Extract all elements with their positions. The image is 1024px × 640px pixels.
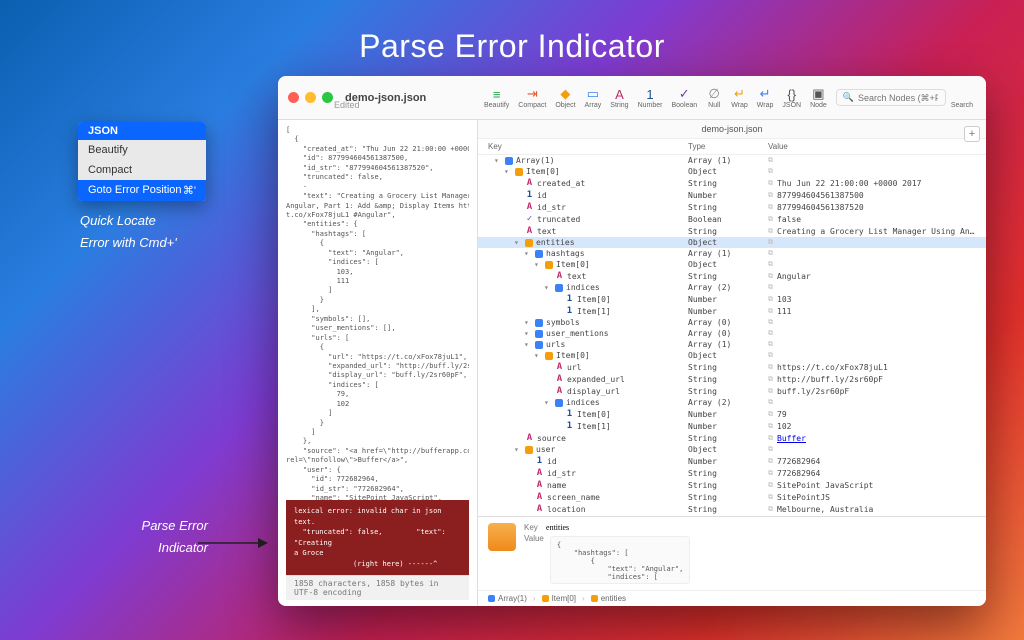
status-bar: 1858 characters, 1858 bytes in UTF-8 enc…: [286, 575, 469, 600]
arrow-icon: [198, 533, 268, 553]
tree-row[interactable]: Adisplay_urlString⧉buff.ly/2sr60pF: [478, 385, 986, 397]
tree-row[interactable]: ▾indicesArray (2)⧉: [478, 397, 986, 408]
toolbar-compact-button[interactable]: ⇥Compact: [515, 84, 549, 111]
tree-row[interactable]: AtextString⧉Angular: [478, 270, 986, 282]
toolbar-json-button[interactable]: {}JSON: [779, 84, 804, 111]
ctx-header: JSON: [78, 122, 206, 140]
tree-row[interactable]: 1idNumber⧉877994604561387500: [478, 189, 986, 201]
tree-row[interactable]: ▾Item[0]Object⧉: [478, 259, 986, 270]
tree-row[interactable]: ▾urlsArray (1)⧉: [478, 339, 986, 350]
ctx-item-goto-error[interactable]: Goto Error Position ⌘': [78, 180, 206, 201]
ctx-goto-label: Goto Error Position: [88, 184, 182, 197]
tree-row[interactable]: Ascreen_nameString⧉SitePointJS: [478, 491, 986, 503]
traffic-lights[interactable]: [288, 92, 333, 103]
toolbar-string-button[interactable]: AString: [607, 84, 631, 111]
code-pane[interactable]: [ { "created_at": "Thu Jun 22 21:00:00 +…: [278, 120, 478, 606]
search-label-text: Search: [951, 102, 973, 109]
ctx-item-compact[interactable]: Compact: [78, 160, 206, 180]
tree-row[interactable]: AnameString⧉SitePoint JavaScript: [478, 479, 986, 491]
caption-locate: Quick Locate Error with Cmd+': [80, 210, 220, 254]
toolbar: ≡Beautify⇥Compact◆Object▭ArrayAString1Nu…: [481, 84, 830, 111]
toolbar-node-button[interactable]: ▣Node: [807, 84, 830, 111]
toolbar-array-button[interactable]: ▭Array: [582, 84, 605, 111]
tree-row[interactable]: AlocationString⧉Melbourne, Australia: [478, 503, 986, 515]
minimize-icon[interactable]: [305, 92, 316, 103]
tree-row[interactable]: 1idNumber⧉772682964: [478, 455, 986, 467]
tree-row[interactable]: AsourceString⧉Buffer: [478, 432, 986, 444]
tree-pane: demo-json.json Key Type Value ▾Array(1)A…: [478, 120, 986, 606]
tree-row[interactable]: ▾user_mentionsArray (0)⧉: [478, 328, 986, 339]
tab-filename[interactable]: demo-json.json: [478, 120, 986, 139]
detail-value-label: Value: [524, 534, 544, 543]
caption-indicator: Parse Error Indicator: [98, 515, 208, 559]
toolbar-number-button[interactable]: 1Number: [635, 84, 666, 111]
detail-key: entities: [546, 523, 569, 532]
search-icon: 🔍: [843, 92, 854, 103]
app-window: demo-json.json Edited ≡Beautify⇥Compact◆…: [278, 76, 986, 606]
tree-row[interactable]: Acreated_atString⧉Thu Jun 22 21:00:00 +0…: [478, 177, 986, 189]
tree-row[interactable]: ▾indicesArray (2)⧉: [478, 282, 986, 293]
breadcrumb[interactable]: Array(1)›Item[0]›entities: [478, 590, 986, 606]
column-headers: Key Type Value: [478, 139, 986, 155]
search-input[interactable]: [858, 93, 938, 103]
tree-row[interactable]: ▾Item[0]Object⧉: [478, 350, 986, 361]
tree-row[interactable]: ▾Item[0]Object⧉: [478, 166, 986, 177]
json-context-menu: JSON Beautify Compact Goto Error Positio…: [78, 122, 206, 201]
titlebar: demo-json.json Edited ≡Beautify⇥Compact◆…: [278, 76, 986, 120]
tree-row[interactable]: AurlString⧉https://t.co/xFox78juL1: [478, 361, 986, 373]
toolbar-object-button[interactable]: ◆Object: [552, 84, 578, 111]
close-icon[interactable]: [288, 92, 299, 103]
json-tree[interactable]: ▾Array(1)Array (1)⧉▾Item[0]Object⧉Acreat…: [478, 155, 986, 516]
toolbar-null-button[interactable]: ∅Null: [703, 84, 725, 111]
tree-row[interactable]: Aexpanded_urlString⧉http://buff.ly/2sr60…: [478, 373, 986, 385]
toolbar-wrap-button[interactable]: ↵Wrap: [728, 84, 751, 111]
tree-row[interactable]: 1Item[1]Number⧉111: [478, 305, 986, 317]
ctx-goto-shortcut: ⌘': [183, 184, 196, 197]
col-type: Type: [688, 142, 768, 151]
col-value: Value: [768, 142, 976, 151]
tree-row[interactable]: ▾symbolsArray (0)⧉: [478, 317, 986, 328]
tree-row[interactable]: AtextString⧉Creating a Grocery List Mana…: [478, 225, 986, 237]
tree-row[interactable]: ▾hashtagsArray (1)⧉: [478, 248, 986, 259]
search-box[interactable]: 🔍: [836, 89, 946, 106]
ctx-item-beautify[interactable]: Beautify: [78, 140, 206, 160]
code-editor[interactable]: [ { "created_at": "Thu Jun 22 21:00:00 +…: [286, 126, 469, 500]
document-subtitle: Edited: [334, 100, 360, 110]
tree-row[interactable]: Aid_strString⧉772682964: [478, 467, 986, 479]
tree-row[interactable]: ▾entitiesObject⧉: [478, 237, 986, 248]
search-label: Search: [948, 84, 976, 111]
tree-row[interactable]: 1Item[0]Number⧉103: [478, 293, 986, 305]
parse-error-indicator: lexical error: invalid char in json text…: [286, 500, 469, 575]
tree-row[interactable]: 1Item[1]Number⧉102: [478, 420, 986, 432]
col-key: Key: [488, 142, 688, 151]
zoom-icon[interactable]: [322, 92, 333, 103]
toolbar-wrap-button[interactable]: ↵Wrap: [754, 84, 777, 111]
page-title: Parse Error Indicator: [0, 28, 1024, 65]
tree-row[interactable]: ▾Array(1)Array (1)⧉: [478, 155, 986, 166]
object-icon: [488, 523, 516, 551]
detail-panel: Key entities Value { "hashtags": [ { "te…: [478, 516, 986, 590]
tree-row[interactable]: ✓truncatedBoolean⧉false: [478, 213, 986, 225]
detail-value[interactable]: { "hashtags": [ { "text": "Angular", "in…: [550, 536, 690, 584]
tree-row[interactable]: 1Item[0]Number⧉79: [478, 408, 986, 420]
detail-key-label: Key: [524, 523, 538, 532]
toolbar-boolean-button[interactable]: ✓Boolean: [668, 84, 700, 111]
breadcrumb-item[interactable]: Array(1): [488, 594, 527, 603]
toolbar-beautify-button[interactable]: ≡Beautify: [481, 84, 512, 111]
breadcrumb-item[interactable]: entities: [591, 594, 626, 603]
add-tab-button[interactable]: +: [964, 126, 980, 142]
breadcrumb-item[interactable]: Item[0]: [542, 594, 576, 603]
tree-row[interactable]: ▾userObject⧉: [478, 444, 986, 455]
tree-row[interactable]: Aid_strString⧉877994604561387520: [478, 201, 986, 213]
